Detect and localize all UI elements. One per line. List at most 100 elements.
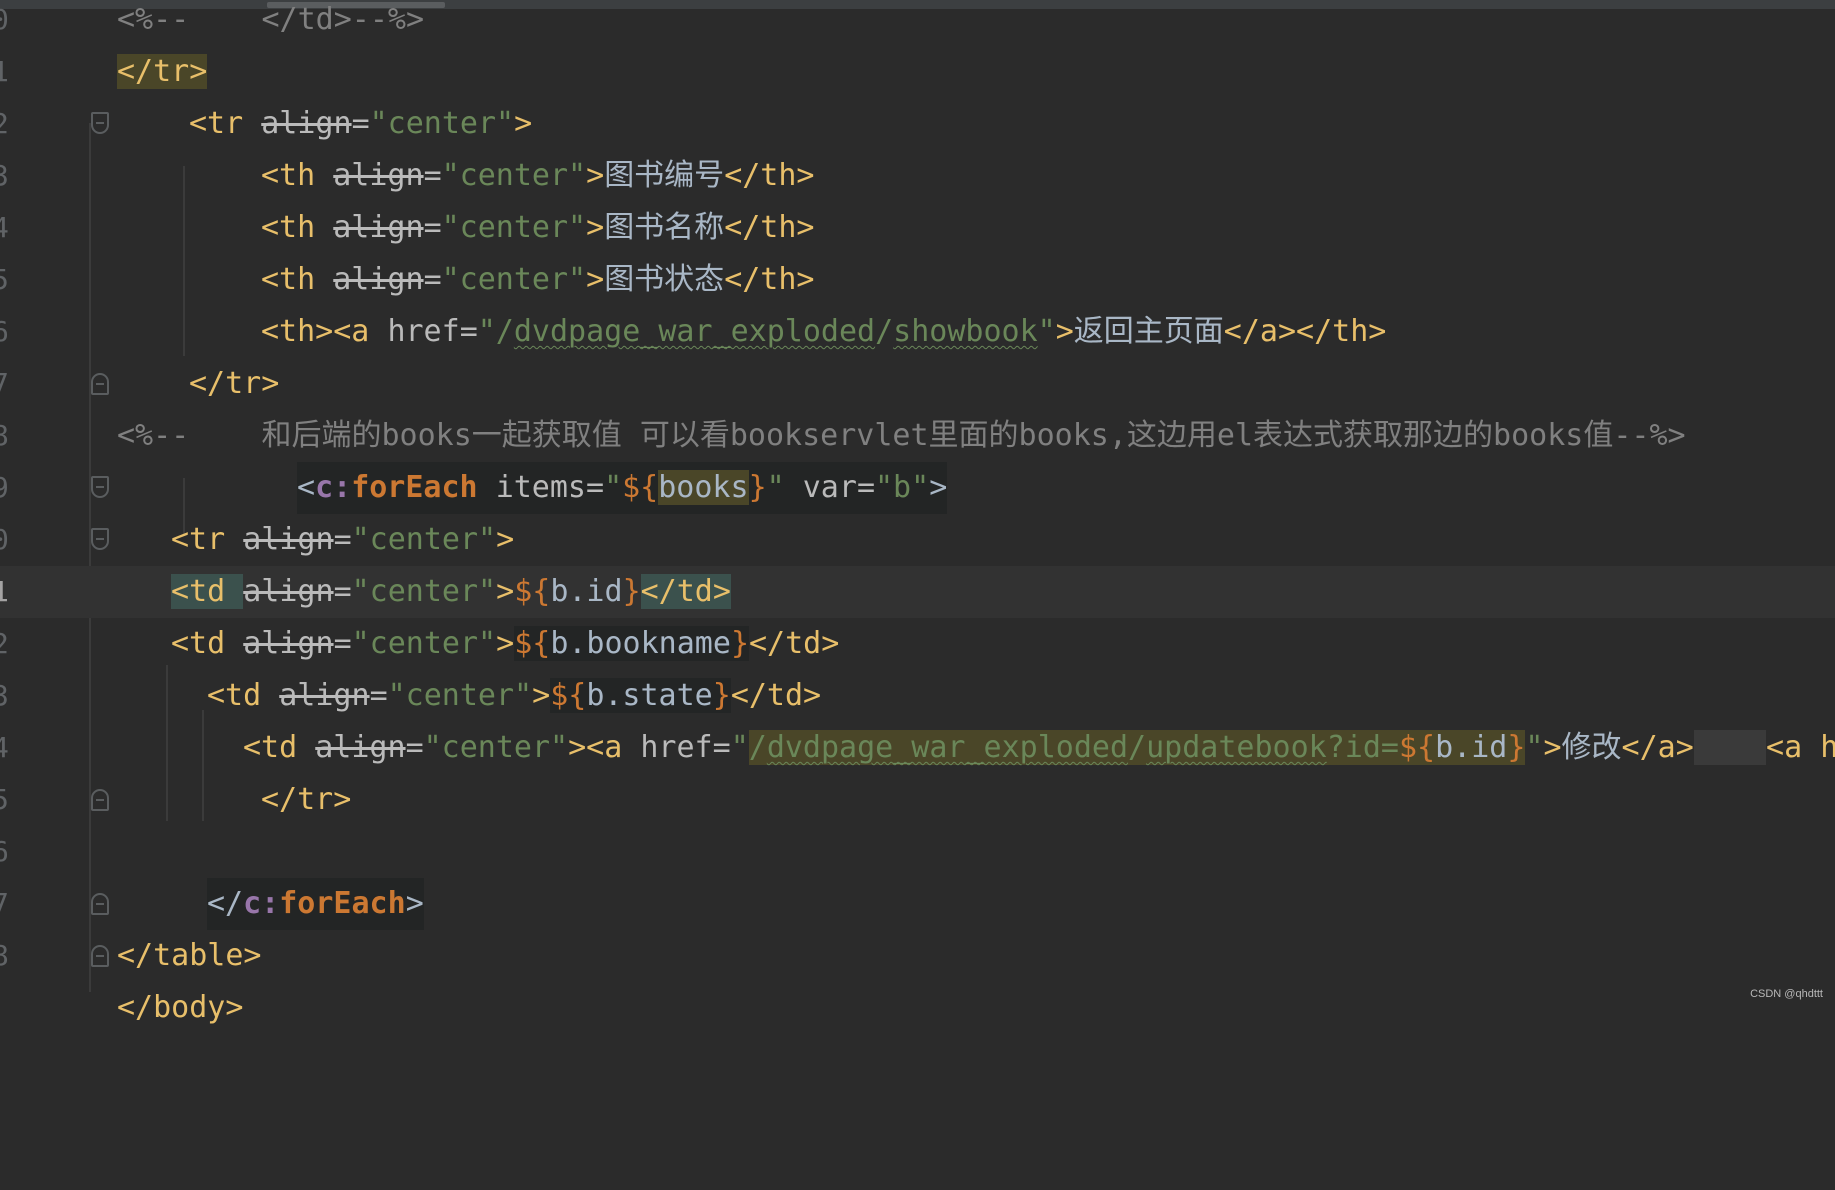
text-content: 图书名称 [604,210,725,245]
tag-th-close: </th> [724,158,815,193]
tag-td-open: <td [243,730,316,765]
attr-href: href [640,730,713,765]
fold-close-icon[interactable] [91,373,109,395]
tag-gt: > [405,886,424,921]
el-close: } [1507,730,1526,765]
code-line[interactable]: 5 <th align="center">图书状态</th> [0,254,1835,306]
equals: = [423,158,442,193]
code-line[interactable]: 1 </tr> [0,46,1835,98]
code-line[interactable]: 8 <%-- 和后端的books一起获取值 可以看bookservlet里面的b… [0,410,1835,462]
code-line[interactable]: 0 <tr align="center"> [0,514,1835,566]
url-segment-link[interactable]: showbook [893,314,1038,349]
tag-td-open-matched: td [189,574,244,609]
fold-open-icon[interactable] [91,476,109,498]
code-line[interactable]: 3 <td align="center">${b.state}</td> [0,670,1835,722]
jsp-comment-open: <%-- [117,2,190,37]
url-segment-link[interactable]: dvdpage_war_exploded [767,730,1128,765]
attr-value: "center" [441,262,587,297]
code-line-current[interactable]: 1 <td align="center">${b.id}</td> [0,566,1835,618]
text-content: 返回主页面 [1073,314,1224,349]
line-number: 6 [0,315,9,348]
equals: = [856,470,875,505]
tag-gt: > [496,626,515,661]
attr-value: "center" [441,158,587,193]
code-line[interactable]: 0 <%-- </td>--%> [0,0,1835,46]
line-number: 3 [0,679,9,712]
code-line[interactable]: 6 [0,826,1835,878]
line-number: 3 [0,159,9,192]
equals: = [351,106,370,141]
el-expression: b.state [586,678,713,713]
string-slash: / [1128,730,1147,765]
tag-th-close: </th> [724,262,815,297]
tag-table-close: </table> [117,938,262,973]
code-line[interactable]: 8 </table> [0,930,1835,982]
equals: = [459,314,478,349]
tag-a-close: </a> [1621,730,1694,765]
tag-tr-close: </tr> [189,366,280,401]
code-line[interactable]: 4 <th align="center">图书名称</th> [0,202,1835,254]
jsp-comment-text: </td>--%> [189,2,425,37]
equals: = [423,210,442,245]
code-line[interactable]: 2 <td align="center">${b.bookname}</td> [0,618,1835,670]
code-line[interactable]: 4 <td align="center"><a href="/dvdpage_w… [0,722,1835,774]
url-segment-link[interactable]: updatebook [1146,730,1327,765]
whitespace-highlight [1693,730,1767,765]
tag-foreach: forEach [351,470,478,505]
tag-a-th-close: </a></th> [1223,314,1387,349]
code-line[interactable]: 7 </c:forEach> [0,878,1835,930]
attr-var: var [784,470,857,505]
line-number: 4 [0,211,9,244]
line-number: 8 [0,419,9,452]
fold-close-icon[interactable] [91,945,109,967]
fold-close-icon[interactable] [91,789,109,811]
attr-value: "center" [441,210,587,245]
fold-open-icon[interactable] [91,112,109,134]
line-number: 6 [0,835,9,868]
text-content: 图书编号 [604,158,725,193]
deprecated-attr-align: align [261,106,352,141]
fold-close-icon[interactable] [91,893,109,915]
el-open: ${ [622,470,659,505]
code-line[interactable]: </body> [0,982,1835,1034]
el-open: ${ [514,626,551,661]
line-number: 7 [0,887,9,920]
equals: = [405,730,424,765]
code-line[interactable]: 3 <th align="center">图书编号</th> [0,150,1835,202]
attr-value: "center" [351,574,497,609]
tag-gt: > [532,678,551,713]
code-line[interactable]: 9 <c:forEach items="${books}" var="b"> [0,462,1835,514]
tag-a-open: <a h [1766,730,1835,765]
el-close: } [748,470,767,505]
tag-gt: > [496,522,515,557]
equals: = [333,574,352,609]
el-expression: b.bookname [550,626,731,661]
code-line[interactable]: 5 </tr> [0,774,1835,826]
tag-namespace: c: [243,886,280,921]
line-number: 2 [0,627,9,660]
deprecated-attr-align: align [333,262,424,297]
code-line[interactable]: 7 </tr> [0,358,1835,410]
line-number: 0 [0,523,9,556]
tag-gt: > [929,470,948,505]
attr-value: "b" [875,470,930,505]
string-slash: / [748,730,767,765]
el-open: ${ [550,678,587,713]
attr-value: "center" [387,678,533,713]
el-close: } [622,574,641,609]
equals: = [333,522,352,557]
tag-gt: > [514,106,533,141]
tag-td-close-matched: </td> [640,574,731,609]
string-quote: " [1525,730,1544,765]
tag-th-open: <th [261,262,334,297]
code-line[interactable]: 6 <th><a href="/dvdpage_war_exploded/sho… [0,306,1835,358]
string-quote: "/ [477,314,514,349]
url-segment-link[interactable]: dvdpage_war_exploded [514,314,875,349]
code-line[interactable]: 2 <tr align="center"> [0,98,1835,150]
string-quote: " [730,730,749,765]
tag-td-open: <td [171,626,244,661]
fold-open-icon[interactable] [91,528,109,550]
line-number: 9 [0,471,9,504]
deprecated-attr-align: align [243,626,334,661]
